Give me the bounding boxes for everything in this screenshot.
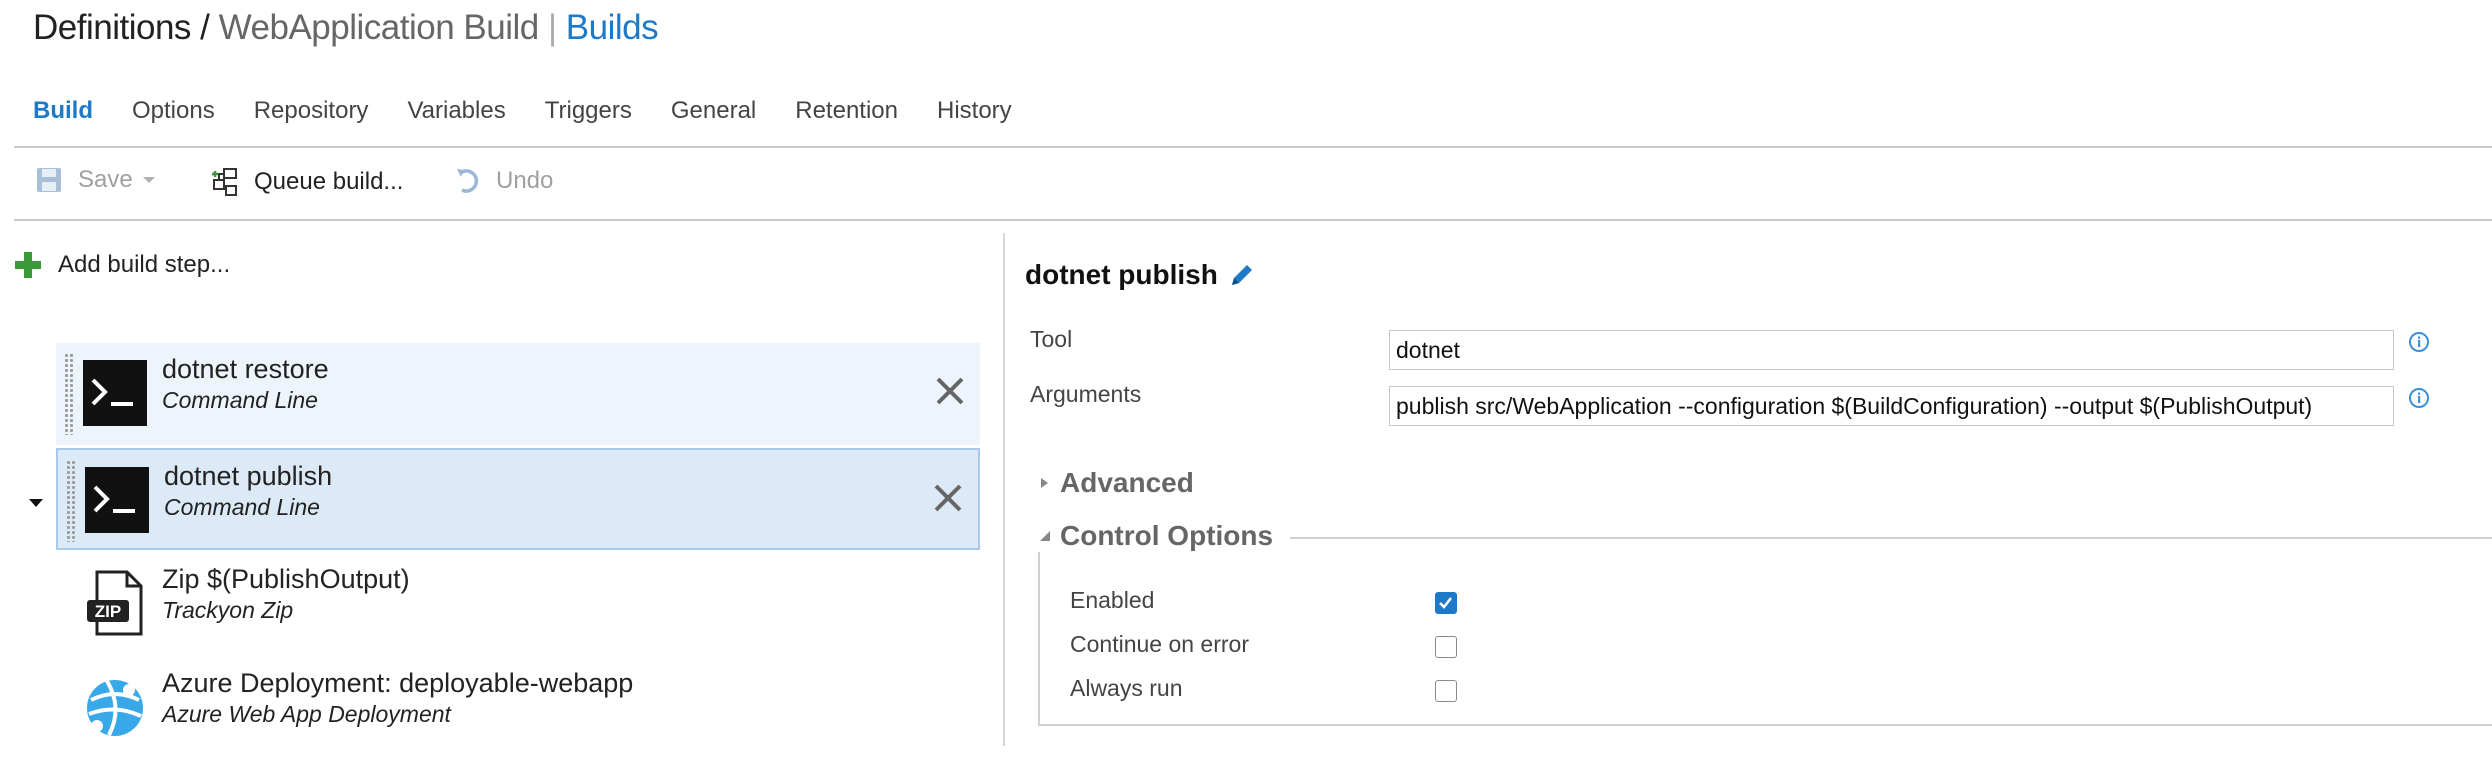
chevron-down-icon[interactable] (141, 175, 157, 185)
remove-step-icon[interactable] (932, 373, 968, 409)
advanced-label: Advanced (1060, 467, 1194, 498)
undo-button[interactable]: Undo (454, 166, 553, 196)
zip-file-icon: ZIP (83, 570, 147, 636)
breadcrumb-definitions[interactable]: Definitions (33, 8, 191, 47)
caret-expanded-icon (1040, 531, 1050, 541)
undo-icon (457, 169, 479, 193)
definition-tabs: Build Options Repository Variables Trigg… (33, 97, 1051, 125)
panel-splitter[interactable] (1003, 233, 1005, 746)
arguments-field[interactable] (1389, 386, 2394, 426)
build-step-zip[interactable]: ZIP Zip $(PublishOutput) Trackyon Zip (56, 553, 980, 655)
build-step-azure-deployment[interactable]: Azure Deployment: deployable-webapp Azur… (56, 657, 980, 759)
save-icon (37, 168, 61, 192)
svg-text:ZIP: ZIP (95, 602, 121, 621)
breadcrumb: Definitions / WebApplication Build | Bui… (33, 8, 659, 48)
step-title-text: dotnet publish (1025, 259, 1218, 290)
always-run-label: Always run (1070, 675, 1183, 701)
fieldset-border-left (1038, 549, 1040, 725)
queue-build-button[interactable]: Queue build... (210, 166, 403, 198)
step-type: Command Line (162, 387, 318, 413)
tabs-divider (14, 146, 2492, 148)
add-build-step-button[interactable]: Add build step... (14, 251, 230, 279)
step-name: Zip $(PublishOutput) (162, 564, 410, 594)
queue-build-label: Queue build... (254, 168, 404, 195)
plus-icon (15, 252, 41, 278)
title-divider: | (538, 8, 566, 47)
enabled-label: Enabled (1070, 587, 1155, 613)
control-options-label: Control Options (1060, 520, 1274, 551)
step-type: Trackyon Zip (162, 597, 294, 623)
undo-label: Undo (496, 167, 554, 194)
tab-history[interactable]: History (937, 97, 1012, 125)
info-icon[interactable] (2408, 331, 2430, 353)
pencil-icon[interactable] (1228, 261, 1256, 289)
fieldset-border-top (1290, 537, 2492, 539)
continue-on-error-label: Continue on error (1070, 631, 1249, 657)
tab-general[interactable]: General (671, 97, 756, 125)
enabled-checkbox[interactable] (1435, 592, 1457, 614)
fieldset-border-bottom (1038, 724, 2492, 726)
tool-label: Tool (1030, 326, 1073, 352)
step-type: Command Line (164, 494, 320, 520)
toolbar-divider (14, 219, 2492, 221)
builds-link[interactable]: Builds (566, 8, 659, 47)
build-step-dotnet-publish[interactable]: dotnet publish Command Line (56, 448, 980, 550)
tab-options[interactable]: Options (132, 97, 215, 125)
breadcrumb-separator: / (190, 8, 219, 47)
caret-right-icon (1041, 478, 1048, 488)
save-button[interactable]: Save (36, 166, 157, 194)
drag-handle[interactable] (64, 353, 74, 435)
remove-step-icon[interactable] (930, 480, 966, 516)
queue-build-icon (212, 168, 237, 196)
tab-retention[interactable]: Retention (795, 97, 898, 125)
terminal-icon (85, 467, 149, 533)
arguments-label: Arguments (1030, 381, 1142, 407)
info-icon[interactable] (2408, 387, 2430, 409)
always-run-checkbox[interactable] (1435, 680, 1457, 702)
build-step-dotnet-restore[interactable]: dotnet restore Command Line (56, 343, 980, 445)
caret-down-icon[interactable] (28, 497, 44, 509)
page-title: WebApplication Build (218, 8, 540, 47)
control-options-section-toggle[interactable]: Control Options (1038, 520, 1282, 552)
advanced-section-toggle[interactable]: Advanced (1038, 467, 1194, 499)
tab-variables[interactable]: Variables (407, 97, 505, 125)
azure-globe-icon (83, 674, 147, 740)
add-build-step-label: Add build step... (58, 251, 231, 278)
checkmark-icon (1439, 597, 1452, 609)
step-name: dotnet restore (162, 354, 329, 384)
tab-repository[interactable]: Repository (254, 97, 369, 125)
step-name: Azure Deployment: deployable-webapp (162, 668, 634, 698)
step-name: dotnet publish (164, 461, 333, 491)
tool-field[interactable] (1389, 330, 2394, 370)
step-type: Azure Web App Deployment (162, 701, 451, 727)
tab-triggers[interactable]: Triggers (545, 97, 632, 125)
step-details-title: dotnet publish (1025, 259, 1256, 291)
tab-build[interactable]: Build (33, 97, 93, 125)
continue-on-error-checkbox[interactable] (1435, 636, 1457, 658)
terminal-icon (83, 360, 147, 426)
drag-handle[interactable] (66, 460, 76, 542)
save-label: Save (78, 166, 133, 193)
